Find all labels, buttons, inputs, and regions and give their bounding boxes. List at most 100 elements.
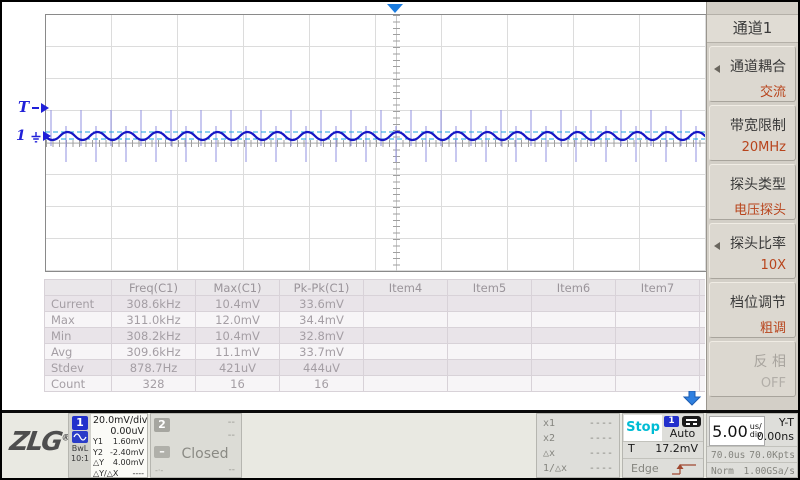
run-state-indicator[interactable]: Stop [624,415,662,441]
trigger-level-label: T [18,98,29,116]
channel1-badge-column: 1 BwL 10:1 [69,414,91,477]
measurement-value [364,344,448,360]
measurement-row-avg: Avg309.6kHz11.1mV33.7mV [45,344,706,360]
right-arrow-icon [43,131,51,141]
column-header: Item7 [616,280,700,296]
measurement-value: 34.4mV [280,312,364,328]
status-bar: ZLG® 1 BwL 10:1 20.0mV/div 0.00uV Y11.60… [2,410,798,480]
measurement-row-min: Min308.2kHz10.4mV32.8mV [45,328,706,344]
column-header: Item5 [448,280,532,296]
trigger-type-row: Edge [623,458,703,477]
measurement-value [448,360,532,376]
rising-edge-icon [671,463,697,476]
measurement-value [616,296,700,312]
cursor-readout-box: x1----x2----△x----1/△x---- [536,413,620,478]
measurement-value [364,328,448,344]
measurement-value: 33.6mV [280,296,364,312]
cursor-row: 1/△x---- [543,461,613,476]
trigger-level-value: 17.2mV [655,442,698,455]
ch1-cursor-row: △Y/△X---- [93,469,144,480]
row-label: Count [45,376,112,392]
menu-value: 20MHz [710,140,786,155]
measurement-value: 444uV [280,360,364,376]
channel1-status-box[interactable]: 1 BwL 10:1 20.0mV/div 0.00uV Y11.60mVY2-… [68,413,148,478]
measurement-value [448,344,532,360]
measurement-value [700,344,706,360]
menu-label: 带宽限制 [710,115,786,135]
channel1-values: 20.0mV/div 0.00uV Y11.60mVY2-2.40mV△Y4.0… [91,414,147,477]
measurement-value: 309.6kHz [112,344,196,360]
cursor-row: △x---- [543,446,613,461]
cursor-row: x1---- [543,416,613,431]
measurement-value [532,312,616,328]
menu-value: 交流 [710,81,786,100]
measurement-table: Freq(C1)Max(C1)Pk-Pk(C1)Item4Item5Item6I… [44,279,705,392]
trigger-level-row: T 17.2mV [623,441,703,458]
page-down-arrow-icon[interactable] [682,391,702,406]
menu-label: 探头比率 [710,233,786,253]
measurement-value [616,312,700,328]
menu-button-1[interactable]: 通道耦合交流 [709,46,796,102]
menu-button-5[interactable]: 档位调节粗调 [709,282,796,338]
timebase-status-box[interactable]: 5.00 us/ div Y-T 0.00ns 70.0us 70.0Kpts … [706,413,798,478]
measurement-value [700,376,706,392]
column-header: Item8 [700,280,706,296]
menu-button-2[interactable]: 带宽限制 20MHz [709,105,796,161]
measurement-value: 32.8mV [280,328,364,344]
channel2-scale: -- [228,417,235,428]
measurement-value: 10.4mV [196,328,280,344]
menu-button-3[interactable]: 探头类型电压探头 [709,164,796,220]
menu-value: OFF [710,376,786,391]
measurement-value [448,328,532,344]
measurement-row-stdev: Stdev878.7Hz421uV444uV [45,360,706,376]
measurement-value [448,312,532,328]
measurement-row-count: Count3281616 [45,376,706,392]
channel2-status-box[interactable]: 2 – -- -- Closed -·- -- [150,413,242,478]
cursor-row: x2---- [543,431,613,446]
channel1-position-marker[interactable]: 1 [16,128,51,144]
column-header: Max(C1) [196,280,280,296]
trigger-status-box[interactable]: Stop 1 Auto T 17.2mV Edge [622,413,704,478]
column-header: Pk-Pk(C1) [280,280,364,296]
oscilloscope-screen: T 1 Freq(C1)Max(C1)Pk-Pk(C1)Item4Item5It… [0,0,800,480]
measurement-value [616,376,700,392]
menu-button-4[interactable]: 探头比率 10X [709,223,796,279]
bandwidth-limit-flag: BwL [69,444,91,454]
zlg-logo: ZLG® [8,427,72,457]
ground-icon [31,132,41,143]
measurement-value: 12.0mV [196,312,280,328]
measurement-value: 11.1mV [196,344,280,360]
measurement-value [364,360,448,376]
measurement-value: 16 [196,376,280,392]
trigger-position-marker[interactable] [387,4,403,13]
measurement-value: 10.4mV [196,296,280,312]
arrow-stem [32,107,39,109]
trigger-level-marker[interactable]: T [18,98,49,116]
channel1-waveform [45,14,705,270]
column-header: Item6 [532,280,616,296]
channel1-marker-label: 1 [16,128,26,144]
menu-button-6[interactable]: 反 相 OFF [709,341,796,397]
row-label: Avg [45,344,112,360]
menu-label: 反 相 [710,351,786,371]
measurement-value [532,344,616,360]
channel1-offset: 0.00uV [93,426,144,437]
ch1-cursor-row: △Y4.00mV [93,458,144,469]
trigger-source-area: 1 Auto [663,415,702,441]
right-arrow-icon [41,103,49,113]
acquisition-window-row: 70.0us 70.0Kpts [707,446,797,463]
measurement-value: 328 [112,376,196,392]
measurement-row-max: Max311.0kHz12.0mV34.4mV [45,312,706,328]
measurement-value [616,344,700,360]
channel1-scale: 20.0mV/div [93,415,144,426]
ch1-cursor-row: Y11.60mV [93,437,144,448]
column-header: Item4 [364,280,448,296]
submenu-arrow-icon [714,65,720,73]
submenu-arrow-icon [714,242,720,250]
measurement-value: 308.6kHz [112,296,196,312]
menu-value: 粗调 [710,317,786,336]
menu-value: 10X [710,258,786,273]
measurement-value: 421uV [196,360,280,376]
channel-menu-sidebar: 通道1 通道耦合交流带宽限制20MHz探头类型电压探头探头比率10X档位调节粗调… [706,2,798,410]
measurement-value: 308.2kHz [112,328,196,344]
